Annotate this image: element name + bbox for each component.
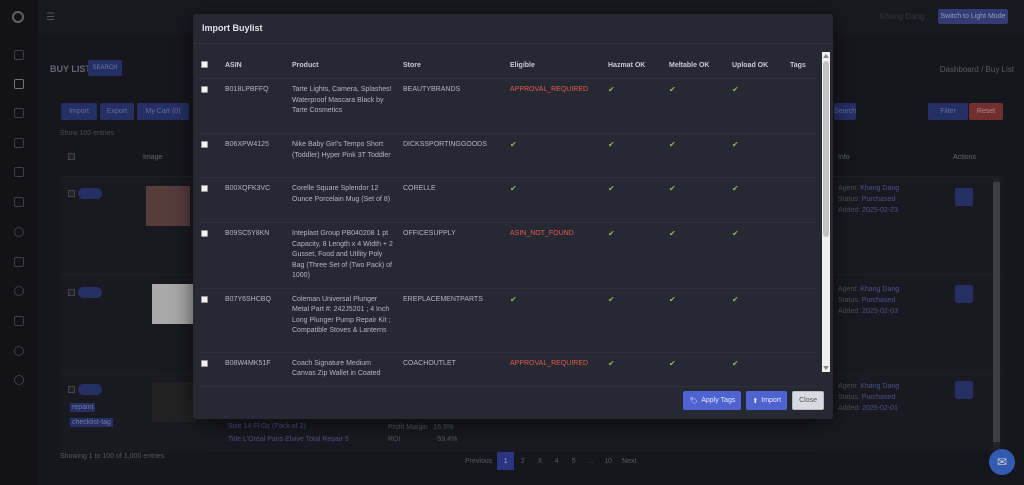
- hazmat-check-icon: ✔: [604, 78, 665, 134]
- hazmat-check-icon: ✔: [604, 222, 665, 289]
- tag-icon: 🏷: [689, 397, 699, 405]
- upload-check-icon: ✔: [728, 288, 786, 353]
- eligible-cell: APPROVAL_REQUIRED: [506, 78, 604, 134]
- tags-cell: [786, 288, 817, 353]
- hazmat-check-icon: ✔: [604, 177, 665, 223]
- apply-tags-label: Apply Tags: [701, 397, 736, 404]
- product-cell: Tarte Lights, Camera, Splashes! Waterpro…: [288, 78, 399, 134]
- import-row: B07Y6SHCBQ Coleman Universal Plunger Meta…: [197, 288, 817, 353]
- upload-check-icon: ✔: [728, 177, 786, 223]
- asin-cell: B06XPW4125: [221, 133, 288, 178]
- upload-check-icon: ✔: [728, 78, 786, 134]
- col-product: Product: [288, 52, 399, 79]
- asin-cell: B018LPBFFQ: [221, 78, 288, 134]
- col-tags: Tags: [786, 52, 817, 79]
- upload-check-icon: ✔: [728, 352, 786, 387]
- product-cell: Nike Baby Girl's Tempo Short (Toddler) H…: [288, 133, 399, 178]
- col-eligible: Eligible: [506, 52, 604, 79]
- product-cell: Inteplast Group PB040208 1 pt Capacity, …: [288, 222, 399, 289]
- product-cell: Coleman Universal Plunger Metal Part #: …: [288, 288, 399, 353]
- row-checkbox[interactable]: [201, 141, 208, 148]
- store-cell: COACHOUTLET: [399, 352, 506, 387]
- import-table: ASIN Product Store Eligible Hazmat OK Me…: [197, 52, 817, 387]
- store-cell: OFFICESUPPLY: [399, 222, 506, 289]
- row-checkbox[interactable]: [201, 230, 208, 237]
- import-row: B00XQFK3VC Corelle Square Splendor 12 Oun…: [197, 177, 817, 223]
- hazmat-check-icon: ✔: [604, 133, 665, 178]
- modal-footer: 🏷 Apply Tags ⬆ Import Close: [683, 391, 824, 410]
- asin-cell: B09SC5Y8KN: [221, 222, 288, 289]
- modal-body: ASIN Product Store Eligible Hazmat OK Me…: [197, 52, 829, 387]
- tags-cell: [786, 177, 817, 223]
- import-row: B08W4MK51F Coach Signature Medium Canvas …: [197, 352, 817, 387]
- eligible-cell: ✔: [506, 288, 604, 353]
- import-button[interactable]: ⬆ Import: [746, 391, 788, 410]
- meltable-check-icon: ✔: [665, 352, 728, 387]
- row-checkbox[interactable]: [201, 295, 208, 303]
- tags-cell: [786, 78, 817, 134]
- row-checkbox[interactable]: [201, 86, 208, 93]
- upload-check-icon: ✔: [728, 133, 786, 178]
- select-all-checkbox[interactable]: [201, 61, 208, 68]
- modal-title: Import Buylist: [193, 14, 833, 44]
- import-label: Import: [761, 397, 782, 404]
- store-cell: BEAUTYBRANDS: [399, 78, 506, 134]
- product-cell: Coach Signature Medium Canvas Zip Wallet…: [288, 352, 399, 387]
- upload-check-icon: ✔: [728, 222, 786, 289]
- store-cell: DICKSSPORTINGGOODS: [399, 133, 506, 178]
- meltable-check-icon: ✔: [665, 133, 728, 178]
- upload-icon: ⬆: [752, 397, 759, 405]
- col-store: Store: [399, 52, 506, 79]
- close-button[interactable]: Close: [792, 391, 824, 410]
- table-header-row: ASIN Product Store Eligible Hazmat OK Me…: [197, 52, 817, 79]
- meltable-check-icon: ✔: [665, 288, 728, 353]
- row-checkbox[interactable]: [201, 185, 208, 192]
- col-upload: Upload OK: [728, 52, 786, 79]
- col-asin: ASIN: [221, 52, 288, 79]
- tags-cell: [786, 352, 817, 387]
- product-cell: Corelle Square Splendor 12 Ounce Porcela…: [288, 177, 399, 223]
- asin-cell: B07Y6SHCBQ: [221, 288, 288, 353]
- tags-cell: [786, 133, 817, 178]
- meltable-check-icon: ✔: [665, 78, 728, 134]
- modal-scrollbar[interactable]: [822, 52, 830, 372]
- eligible-cell: ✔: [506, 177, 604, 223]
- apply-tags-button[interactable]: 🏷 Apply Tags: [683, 391, 742, 410]
- col-hazmat: Hazmat OK: [604, 52, 665, 79]
- import-row: B018LPBFFQ Tarte Lights, Camera, Splashes…: [197, 78, 817, 134]
- import-row: B09SC5Y8KN Inteplast Group PB040208 1 pt …: [197, 222, 817, 289]
- col-meltable: Meltable OK: [665, 52, 728, 79]
- import-row: B06XPW4125 Nike Baby Girl's Tempo Short (…: [197, 133, 817, 178]
- eligible-cell: APPROVAL_REQUIRED: [506, 352, 604, 387]
- asin-cell: B00XQFK3VC: [221, 177, 288, 223]
- import-buylist-modal: Import Buylist ASIN Product Store Eligib…: [193, 14, 833, 419]
- hazmat-check-icon: ✔: [604, 288, 665, 353]
- store-cell: EREPLACEMENTPARTS: [399, 288, 506, 353]
- store-cell: CORELLE: [399, 177, 506, 223]
- asin-cell: B08W4MK51F: [221, 352, 288, 387]
- meltable-check-icon: ✔: [665, 222, 728, 289]
- eligible-cell: ASIN_NOT_FOUND: [506, 222, 604, 289]
- eligible-cell: ✔: [506, 133, 604, 178]
- row-checkbox[interactable]: [201, 359, 208, 367]
- tags-cell: [786, 222, 817, 289]
- meltable-check-icon: ✔: [665, 177, 728, 223]
- hazmat-check-icon: ✔: [604, 352, 665, 387]
